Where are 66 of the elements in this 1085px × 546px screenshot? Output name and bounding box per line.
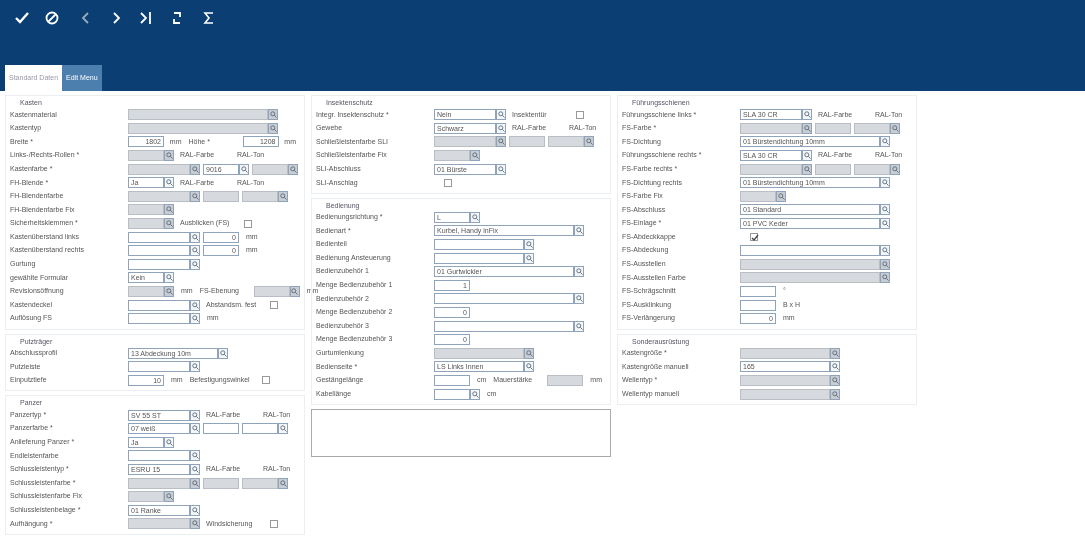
last-icon[interactable] — [137, 10, 154, 26]
input-field[interactable] — [434, 320, 574, 332]
search-button[interactable] — [830, 361, 840, 373]
input-field[interactable] — [128, 299, 190, 311]
search-button[interactable] — [880, 177, 890, 189]
search-button[interactable] — [880, 218, 890, 230]
checkbox[interactable] — [750, 233, 758, 242]
search-button[interactable] — [164, 272, 174, 284]
cancel-icon[interactable] — [44, 10, 60, 26]
search-button[interactable] — [164, 177, 174, 189]
input-field[interactable] — [434, 293, 574, 305]
search-button[interactable] — [190, 258, 200, 270]
input-field[interactable] — [740, 286, 776, 297]
search-button[interactable] — [524, 361, 534, 373]
search-button[interactable] — [496, 109, 506, 121]
search-button[interactable] — [239, 163, 249, 175]
input-field[interactable] — [128, 231, 190, 243]
search-button[interactable] — [190, 504, 200, 516]
input-field[interactable] — [434, 375, 470, 386]
search-button[interactable] — [880, 245, 890, 257]
checkbox[interactable] — [270, 301, 278, 310]
search-button[interactable] — [470, 388, 480, 400]
input-field[interactable] — [434, 388, 470, 400]
search-button[interactable] — [218, 347, 228, 359]
input-field[interactable] — [203, 423, 239, 435]
search-button[interactable] — [190, 245, 200, 257]
search-button[interactable] — [524, 239, 534, 251]
search-button[interactable] — [880, 136, 890, 148]
input-field[interactable] — [128, 313, 190, 325]
input-field[interactable] — [128, 450, 190, 462]
search-button[interactable] — [190, 463, 200, 475]
search-button[interactable] — [190, 409, 200, 421]
checkbox[interactable] — [576, 110, 584, 119]
search-button[interactable] — [496, 122, 506, 134]
checkbox[interactable] — [270, 519, 278, 528]
input-field[interactable] — [434, 239, 524, 251]
input-field[interactable] — [740, 299, 776, 311]
search-button[interactable] — [802, 109, 812, 121]
notes-field[interactable] — [311, 408, 611, 457]
search-button[interactable] — [574, 225, 584, 237]
search-button[interactable] — [574, 266, 584, 278]
checkbox[interactable] — [261, 376, 270, 385]
input-field[interactable] — [128, 258, 190, 270]
search-button[interactable] — [880, 204, 890, 216]
check-icon[interactable] — [14, 10, 30, 26]
search-button[interactable] — [574, 293, 584, 305]
search-button[interactable] — [164, 436, 174, 448]
input-field[interactable] — [434, 252, 524, 264]
search-button[interactable] — [802, 150, 812, 162]
search-button[interactable] — [190, 423, 200, 435]
search-button[interactable] — [190, 361, 200, 373]
search-button[interactable] — [574, 320, 584, 332]
input-field[interactable] — [740, 245, 880, 257]
search-button[interactable] — [190, 313, 200, 325]
search-button[interactable] — [496, 163, 506, 175]
search-button[interactable] — [190, 299, 200, 311]
search-button[interactable] — [190, 450, 200, 462]
checkbox[interactable] — [244, 219, 252, 228]
input-field[interactable] — [128, 245, 190, 257]
search-button[interactable] — [190, 231, 200, 243]
input-field[interactable] — [128, 361, 190, 373]
input-field[interactable] — [242, 423, 278, 435]
search-button[interactable] — [470, 211, 480, 223]
search-button[interactable] — [524, 252, 534, 264]
checkbox[interactable] — [444, 178, 452, 187]
search-button[interactable] — [278, 423, 288, 435]
